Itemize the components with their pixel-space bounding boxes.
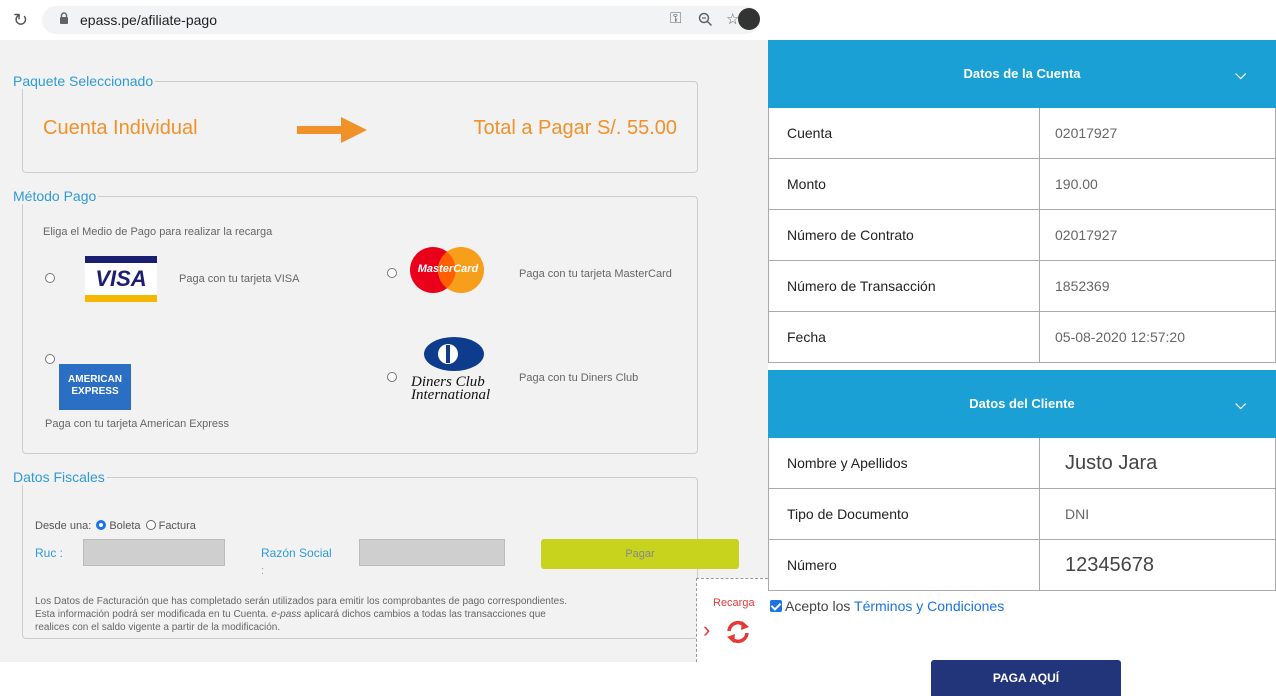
- visa-logo: VISA: [85, 256, 157, 302]
- cuenta-header-label: Datos de la Cuenta: [963, 66, 1081, 81]
- fiscal-section: Datos Fiscales Desde una: Boleta Factura…: [13, 469, 739, 639]
- table-row: Fecha 05-08-2020 12:57:20: [768, 312, 1276, 363]
- pagar-button[interactable]: Pagar: [541, 539, 739, 569]
- boleta-radio[interactable]: [96, 520, 107, 530]
- diners-label: Paga con tu Diners Club: [519, 372, 639, 384]
- row-key: Fecha: [787, 329, 826, 345]
- row-value: DNI: [1065, 506, 1090, 522]
- row-value: Justo Jara: [1065, 452, 1158, 474]
- table-row: Monto 190.00: [768, 159, 1276, 210]
- paga-aqui-button[interactable]: PAGA AQUÍ: [931, 660, 1121, 696]
- ruc-input[interactable]: [83, 539, 225, 566]
- row-value: 12345678: [1065, 554, 1154, 576]
- row-key: Nombre y Apellidos: [787, 455, 908, 471]
- address-bar[interactable]: epass.pe/afiliate-pago ⚿ ☆: [42, 6, 760, 34]
- razon-social-colon: :: [261, 565, 265, 577]
- amex-logo: AMERICAN EXPRESS: [59, 364, 131, 410]
- ruc-label: Ruc :: [35, 546, 64, 560]
- row-key: Monto: [787, 176, 826, 192]
- row-key: Número de Contrato: [787, 227, 914, 243]
- table-row: Número de Contrato 02017927: [768, 210, 1276, 261]
- arrow-right-icon: [297, 117, 367, 143]
- package-name: Cuenta Individual: [43, 117, 198, 139]
- fiscal-note: Los Datos de Facturación que has complet…: [35, 596, 567, 633]
- recarga-label: Recarga: [713, 597, 755, 609]
- row-value: 190.00: [1055, 176, 1098, 192]
- table-row: Número de Transacción 1852369: [768, 261, 1276, 312]
- cliente-header-label: Datos del Cliente: [969, 396, 1075, 411]
- amex-radio[interactable]: [45, 354, 55, 364]
- zoom-icon[interactable]: [698, 12, 713, 27]
- table-row: Tipo de Documento DNI: [768, 489, 1276, 540]
- terms-checkbox[interactable]: [770, 600, 782, 612]
- reload-icon[interactable]: ↻: [13, 10, 28, 31]
- browser-toolbar: ↻ epass.pe/afiliate-pago ⚿ ☆: [0, 0, 768, 40]
- row-value: 1852369: [1055, 278, 1110, 294]
- refresh-icon[interactable]: [725, 619, 751, 645]
- screen: ↻ epass.pe/afiliate-pago ⚿ ☆ Paquete Sel…: [0, 0, 1276, 696]
- terms-acceptance: Acepto los Términos y Condiciones: [770, 598, 1004, 614]
- total-to-pay: Total a Pagar S/. 55.00: [473, 117, 677, 139]
- diners-logo-text: Diners Club International: [411, 374, 491, 403]
- row-value: 05-08-2020 12:57:20: [1055, 329, 1185, 345]
- key-icon[interactable]: ⚿: [670, 10, 681, 27]
- metodo-legend: Método Pago: [13, 188, 97, 204]
- paquete-legend: Paquete Seleccionado: [13, 73, 154, 89]
- cliente-header[interactable]: Datos del Cliente ⌵: [768, 370, 1276, 438]
- diners-logo: [424, 337, 484, 371]
- row-value: 02017927: [1055, 125, 1118, 141]
- row-key: Número: [787, 557, 837, 573]
- razon-social-label: Razón Social: [261, 546, 332, 560]
- url-text: epass.pe/afiliate-pago: [80, 12, 217, 28]
- visa-label: Paga con tu tarjeta VISA: [179, 273, 300, 285]
- metodo-section: Método Pago Eliga el Medio de Pago para …: [13, 188, 698, 454]
- payment-instruction: Eliga el Medio de Pago para realizar la …: [43, 226, 273, 238]
- amex-label: Paga con tu tarjeta American Express: [45, 418, 230, 430]
- row-key: Tipo de Documento: [787, 506, 909, 522]
- chevron-down-icon[interactable]: ⌵: [1235, 370, 1246, 438]
- lock-icon: [60, 12, 68, 24]
- avatar[interactable]: [738, 8, 760, 30]
- fiscal-legend: Datos Fiscales: [13, 469, 105, 485]
- mastercard-label: Paga con tu tarjeta MasterCard: [519, 268, 672, 280]
- chevron-down-icon[interactable]: ⌵: [1235, 40, 1246, 108]
- table-row: Cuenta 02017927: [768, 108, 1276, 159]
- mastercard-logo-text: MasterCard: [417, 263, 479, 275]
- table-row: Nombre y Apellidos Justo Jara: [768, 438, 1276, 489]
- paquete-section: Paquete Seleccionado Cuenta Individual T…: [13, 73, 698, 173]
- visa-radio[interactable]: [45, 273, 55, 283]
- mastercard-radio[interactable]: [387, 268, 397, 278]
- row-key: Cuenta: [787, 125, 833, 141]
- row-key: Número de Transacción: [787, 278, 936, 294]
- recarga-widget[interactable]: Recarga ›: [696, 578, 768, 662]
- row-value: 02017927: [1055, 227, 1118, 243]
- payment-form-panel: Paquete Seleccionado Cuenta Individual T…: [0, 40, 768, 662]
- diners-radio[interactable]: [387, 372, 397, 382]
- razon-social-input[interactable]: [359, 539, 505, 566]
- chevron-right-icon[interactable]: ›: [703, 617, 710, 643]
- document-type-choice: Desde una: Boleta Factura: [35, 520, 196, 532]
- table-row: Número 12345678: [768, 540, 1276, 591]
- factura-radio[interactable]: [145, 520, 156, 530]
- cuenta-header[interactable]: Datos de la Cuenta ⌵: [768, 40, 1276, 108]
- terms-link[interactable]: Términos y Condiciones: [854, 598, 1004, 614]
